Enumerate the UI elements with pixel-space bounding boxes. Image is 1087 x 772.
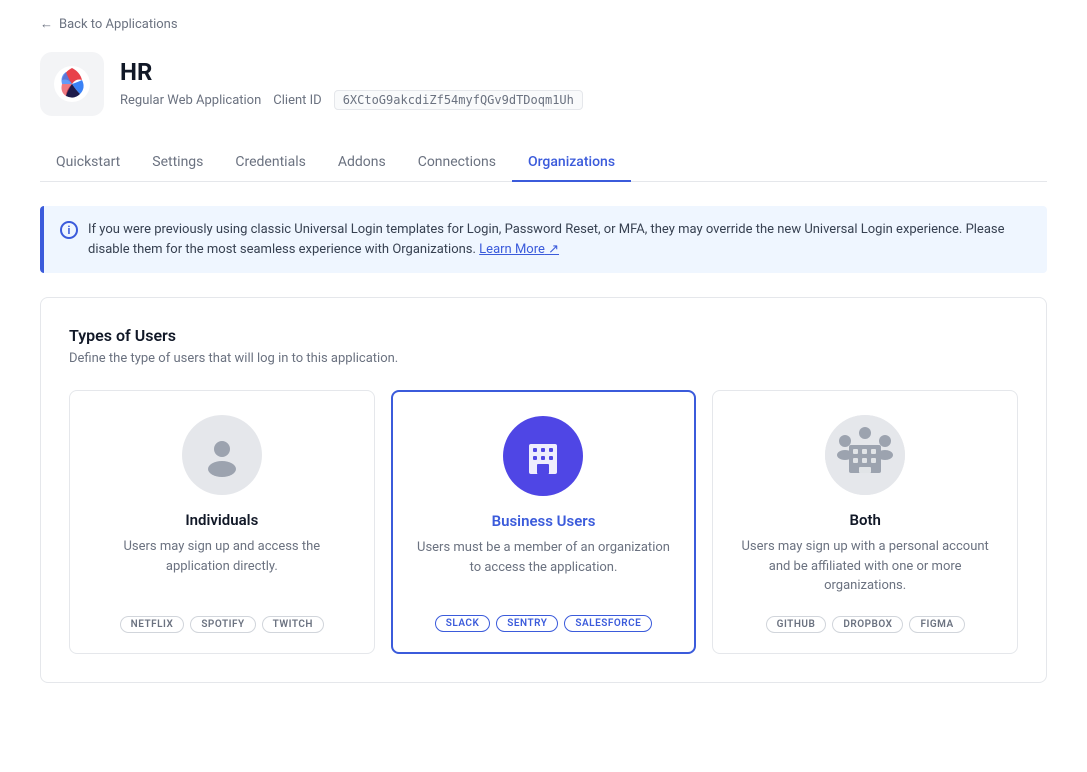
tag-spotify: SPOTIFY (190, 616, 255, 633)
back-link-text: Back to Applications (59, 17, 178, 32)
user-types-grid: Individuals Users may sign up and access… (69, 390, 1018, 654)
back-arrow-icon: ← (40, 16, 53, 32)
card-subtitle: Define the type of users that will log i… (69, 351, 1018, 366)
tag-twitch: TWITCH (262, 616, 324, 633)
tag-netflix: NETFLIX (120, 616, 185, 633)
user-type-business[interactable]: Business Users Users must be a member of… (391, 390, 697, 654)
tag-sentry: SENTRY (496, 615, 558, 632)
individuals-desc: Users may sign up and access the applica… (90, 537, 354, 596)
learn-more-link[interactable]: Learn More ↗ (479, 242, 559, 257)
both-icon (825, 415, 905, 495)
user-type-both[interactable]: Both Users may sign up with a personal a… (712, 390, 1018, 654)
tab-addons[interactable]: Addons (322, 144, 402, 182)
individuals-tags: NETFLIX SPOTIFY TWITCH (120, 616, 324, 633)
app-info: HR Regular Web Application Client ID 6XC… (120, 58, 583, 111)
tab-credentials[interactable]: Credentials (219, 144, 321, 182)
app-name: HR (120, 58, 583, 87)
tab-bar: Quickstart Settings Credentials Addons C… (40, 144, 1047, 182)
app-header: HR Regular Web Application Client ID 6XC… (40, 52, 1047, 116)
client-id-label: Client ID (273, 93, 321, 108)
tag-salesforce: SALESFORCE (564, 615, 652, 632)
app-meta: Regular Web Application Client ID 6XCtoG… (120, 90, 583, 110)
business-tags: SLACK SENTRY SALESFORCE (435, 615, 653, 632)
individuals-name: Individuals (185, 511, 258, 529)
both-name: Both (849, 511, 880, 529)
tag-dropbox: DROPBOX (832, 616, 903, 633)
types-of-users-card: Types of Users Define the type of users … (40, 297, 1047, 683)
tag-slack: SLACK (435, 615, 491, 632)
tab-quickstart[interactable]: Quickstart (40, 144, 136, 182)
user-type-individuals[interactable]: Individuals Users may sign up and access… (69, 390, 375, 654)
both-tags: GITHUB DROPBOX FIGMA (766, 616, 965, 633)
tag-github: GITHUB (766, 616, 827, 633)
app-logo (40, 52, 104, 116)
business-name: Business Users (492, 512, 596, 530)
individuals-icon (182, 415, 262, 495)
tab-connections[interactable]: Connections (402, 144, 512, 182)
app-type: Regular Web Application (120, 93, 261, 108)
app-logo-svg (52, 64, 92, 104)
banner-text: If you were previously using classic Uni… (88, 220, 1031, 259)
tag-figma: FIGMA (909, 616, 964, 633)
tab-organizations[interactable]: Organizations (512, 144, 631, 182)
info-icon: i (60, 221, 78, 239)
card-title: Types of Users (69, 326, 1018, 345)
info-banner: i If you were previously using classic U… (40, 206, 1047, 273)
both-desc: Users may sign up with a personal accoun… (733, 537, 997, 596)
client-id-value: 6XCtoG9akcdiZf54myfQGv9dTDoqm1Uh (334, 90, 583, 110)
business-icon (503, 416, 583, 496)
business-desc: Users must be a member of an organizatio… (413, 538, 675, 595)
back-link[interactable]: ← Back to Applications (40, 16, 1047, 32)
tab-settings[interactable]: Settings (136, 144, 219, 182)
